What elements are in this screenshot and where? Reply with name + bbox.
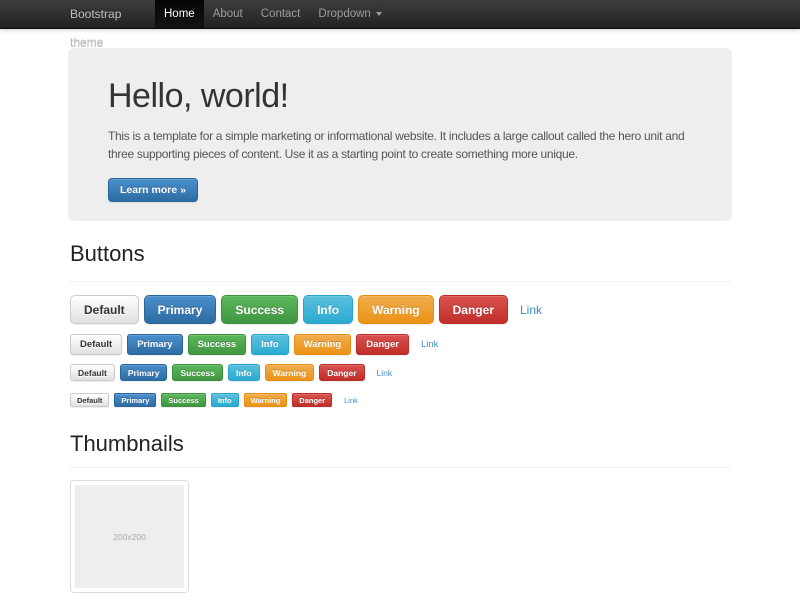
nav-item-label: Home [164, 8, 195, 20]
nav-item-dropdown[interactable]: Dropdown [309, 0, 390, 28]
caret-down-icon [376, 12, 382, 16]
button-row-default-size: DefaultPrimary SuccessInfo WarningDanger Li… [70, 334, 730, 355]
button-link-extra-small[interactable]: Link [344, 396, 358, 405]
buttons-section-title: Buttons [70, 241, 730, 282]
nav-item-label: Dropdown [318, 8, 370, 20]
thumbnails-section-title: Thumbnails [70, 431, 730, 468]
button-row-large: DefaultPrimarySuccessInfoWarningDanger Li… [70, 295, 730, 324]
button-danger-extra-small[interactable]: Danger [292, 393, 332, 407]
button-primary-default-size[interactable]: Primary [127, 334, 182, 355]
nav-item-label: Contact [261, 8, 301, 20]
placeholder-image: 200x200 [75, 485, 184, 588]
learn-more-button[interactable]: Learn more » [108, 178, 198, 202]
button-default-extra-small[interactable]: Default [70, 393, 109, 407]
button-danger-small[interactable]: Danger [319, 364, 364, 381]
button-default-large[interactable]: Default [70, 295, 139, 324]
button-success-small[interactable]: Success [172, 364, 223, 381]
nav-item-contact[interactable]: Contact [252, 0, 310, 28]
button-success-extra-small[interactable]: Success [161, 393, 205, 407]
button-warning-extra-small[interactable]: Warning [244, 393, 288, 407]
button-info-extra-small[interactable]: Info [211, 393, 239, 407]
hero-text: This is a template for a simple marketin… [108, 127, 692, 163]
nav-item-about[interactable]: About [204, 0, 252, 28]
button-row-small: Default PrimarySuccess Info WarningDanger Li… [70, 364, 730, 381]
button-link-large[interactable]: Link [520, 303, 542, 317]
button-primary-extra-small[interactable]: Primary [114, 393, 156, 407]
button-success-large[interactable]: Success [221, 295, 298, 324]
button-warning-default-size[interactable]: Warning [294, 334, 352, 355]
button-rows: DefaultPrimarySuccessInfoWarningDangerLi… [70, 295, 730, 407]
placeholder-label: 200x200 [113, 532, 146, 542]
hero-unit: Hello, world! This is a template for a s… [68, 48, 732, 221]
button-primary-small[interactable]: Primary [120, 364, 168, 381]
nav-item-home[interactable]: Home [155, 0, 204, 28]
button-link-small[interactable]: Link [377, 368, 393, 378]
thumbnail[interactable]: 200x200 [70, 480, 189, 593]
button-primary-large[interactable]: Primary [144, 295, 217, 324]
button-link-default-size[interactable]: Link [421, 339, 438, 350]
button-warning-small[interactable]: Warning [265, 364, 315, 381]
button-danger-default-size[interactable]: Danger [356, 334, 409, 355]
button-default-small[interactable]: Default [70, 364, 115, 381]
button-info-default-size[interactable]: Info [251, 334, 288, 355]
button-warning-large[interactable]: Warning [358, 295, 434, 324]
hero-title: Hello, world! [108, 77, 692, 116]
main-content: Buttons DefaultPrimarySuccessInfoWarning… [0, 241, 800, 593]
navbar-brand[interactable]: Bootstrap theme [70, 0, 155, 28]
button-info-small[interactable]: Info [228, 364, 260, 381]
button-default-default-size[interactable]: Default [70, 334, 122, 355]
navbar: Bootstrap theme Home About Contact Dropdown [0, 0, 800, 29]
navbar-nav: Home About Contact Dropdown [155, 0, 391, 28]
button-danger-large[interactable]: Danger [439, 295, 508, 324]
button-row-extra-small: Default Primary Success Info Warning Danger Li… [70, 393, 730, 407]
nav-item-label: About [213, 8, 243, 20]
button-info-large[interactable]: Info [303, 295, 353, 324]
button-success-default-size[interactable]: Success [188, 334, 247, 355]
